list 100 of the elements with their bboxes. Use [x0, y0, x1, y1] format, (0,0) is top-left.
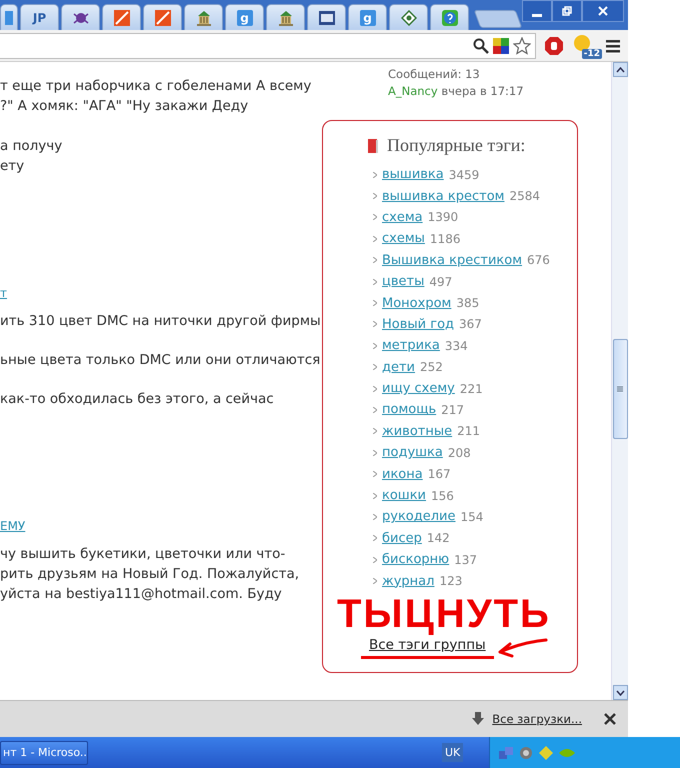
tag-link[interactable]: икона — [382, 466, 423, 482]
restore-icon — [562, 6, 572, 16]
browser-tab[interactable] — [61, 4, 100, 30]
tag-count: 211 — [457, 424, 480, 438]
close-icon[interactable] — [604, 713, 616, 725]
bullet-icon — [373, 193, 377, 200]
tag-link[interactable]: рукоделие — [382, 509, 456, 524]
bullet-icon — [373, 278, 377, 285]
bullet-icon — [373, 514, 377, 520]
browser-tab[interactable] — [184, 4, 223, 30]
post-time: вчера в 17:17 — [441, 84, 524, 98]
tag-count: 367 — [459, 317, 482, 332]
zoom-icon[interactable] — [473, 38, 489, 54]
message-count: Сообщений: 13 — [388, 66, 481, 83]
tag-count: 385 — [456, 296, 480, 310]
tag-link[interactable]: кошки — [382, 488, 426, 504]
tab-label: JP — [32, 10, 46, 24]
bullet-icon — [373, 172, 377, 178]
tag-link[interactable]: вышивка — [382, 167, 444, 182]
tag-link[interactable]: бискорню — [382, 552, 450, 568]
tag-link[interactable]: журнал — [382, 574, 434, 589]
tag-count: 252 — [420, 360, 443, 374]
browser-tab[interactable] — [102, 4, 141, 30]
grip-icon — [617, 386, 623, 392]
tag-count: 221 — [460, 382, 483, 396]
restore-button[interactable] — [552, 0, 582, 22]
post-text: ?" А хомяк: "АГА" "Ну закажи Деду — [0, 97, 250, 116]
tag-link[interactable]: схема — [382, 210, 423, 225]
all-downloads-link[interactable]: Все загрузки... — [492, 712, 582, 726]
tag-link[interactable]: животные — [382, 424, 452, 439]
tag-count: 1186 — [430, 232, 460, 246]
tag-link[interactable]: бисер — [382, 530, 422, 546]
browser-tab[interactable]: g — [348, 4, 387, 30]
browser-tab[interactable] — [307, 4, 346, 30]
tag-link[interactable]: Вышивка крестиком — [382, 252, 522, 268]
building-icon — [196, 10, 212, 26]
bullet-icon — [373, 428, 377, 434]
colored-squares-icon[interactable] — [493, 38, 509, 54]
post-text: ить 310 цвет DMC на ниточки другой фирмы — [0, 312, 322, 331]
scroll-up-button[interactable] — [612, 62, 628, 77]
taskbar-button[interactable]: нт 1 - Microso... — [0, 740, 88, 764]
bullet-icon — [373, 471, 377, 478]
browser-tab[interactable] — [143, 4, 182, 30]
tag-count: 497 — [429, 274, 452, 289]
post-text: а получу — [0, 137, 64, 156]
download-icon — [472, 712, 484, 726]
square-icon — [154, 10, 170, 26]
bookmark-star-icon[interactable] — [513, 36, 531, 54]
help-icon — [442, 10, 458, 26]
all-tags-link[interactable]: Все тэги группы — [361, 636, 494, 659]
tag-link[interactable]: цветы — [382, 274, 424, 290]
post-link[interactable]: ЕМУ — [0, 516, 26, 536]
circle-icon[interactable] — [518, 744, 534, 760]
browser-tab[interactable] — [0, 4, 18, 30]
close-icon — [598, 6, 608, 16]
post-text: т еще три наборчика с гобеленами А всему — [0, 77, 312, 96]
tag-link[interactable]: помощь — [382, 402, 436, 418]
temperature-badge: -12 — [582, 48, 602, 58]
tag-link[interactable]: подушка — [382, 445, 443, 460]
browser-tab[interactable]: JP — [20, 4, 59, 30]
post-link[interactable]: т — [0, 283, 7, 303]
scroll-thumb[interactable] — [612, 339, 628, 439]
down-caret-icon — [616, 690, 624, 696]
scrollbar[interactable] — [611, 62, 628, 700]
minimize-button[interactable] — [522, 0, 552, 22]
bullet-icon — [373, 450, 377, 456]
minimize-icon — [532, 14, 542, 16]
bullet-icon — [373, 300, 377, 306]
tag-link[interactable]: схемы — [382, 231, 425, 246]
tab-label: g — [360, 10, 376, 26]
tag-count: 208 — [448, 446, 471, 460]
menu-icon[interactable] — [606, 38, 620, 52]
tag-link[interactable]: ищу схему — [382, 381, 455, 396]
handwritten-annotation: ТЫЦНУТЬ — [337, 592, 551, 636]
bullet-icon — [373, 578, 377, 584]
tag-count: 676 — [527, 253, 550, 268]
hand-drawn-arrow-icon — [498, 636, 548, 660]
tag-link[interactable]: метрика — [382, 338, 440, 354]
bullet-icon — [373, 364, 377, 370]
post-text: рить друзьям на Новый Год. Пожалуйста, — [0, 565, 300, 584]
browser-tab[interactable] — [389, 4, 428, 30]
tag-link[interactable]: дети — [382, 360, 416, 375]
tag-link[interactable]: Новый год — [382, 316, 454, 332]
close-button[interactable] — [582, 0, 624, 22]
tag-link[interactable]: вышивка крестом — [382, 188, 504, 204]
tag-count: 154 — [460, 510, 484, 524]
browser-tab[interactable]: g — [225, 4, 264, 30]
browser-tab[interactable] — [266, 4, 305, 30]
tag-count: 156 — [431, 488, 454, 503]
browser-tab[interactable] — [430, 4, 469, 30]
bullet-icon — [373, 342, 377, 349]
square-icon — [114, 10, 130, 26]
tag-count: 3459 — [448, 168, 480, 182]
new-tab-button[interactable] — [474, 10, 522, 28]
author-link[interactable]: A_Nancy — [388, 84, 438, 98]
language-indicator[interactable]: UK — [442, 743, 464, 762]
scroll-down-button[interactable] — [612, 685, 628, 700]
bullet-icon — [373, 535, 377, 542]
building-icon — [278, 10, 294, 26]
tag-link[interactable]: Монохром — [382, 296, 452, 311]
